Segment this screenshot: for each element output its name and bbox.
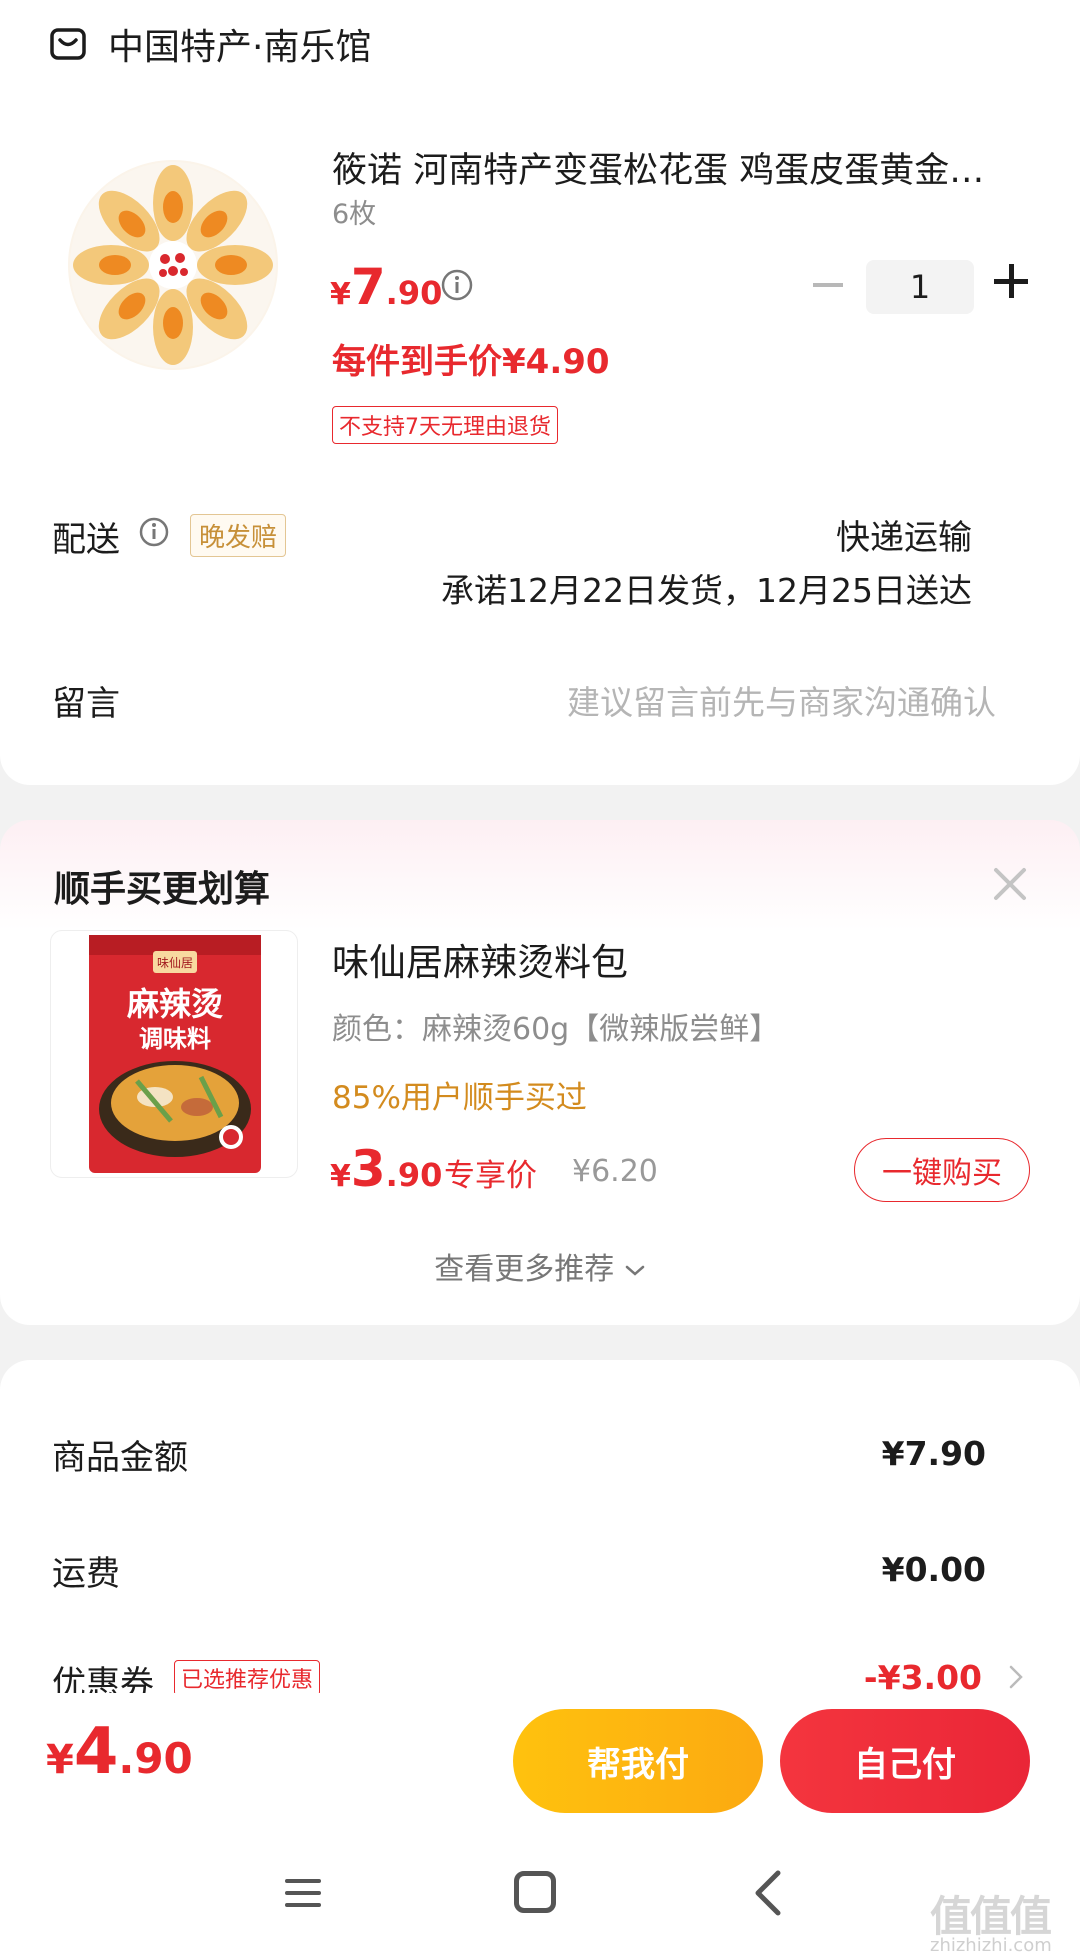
home-icon[interactable] [514,1871,556,1913]
price-info-icon[interactable] [440,268,474,302]
message-label: 留言 [52,684,120,724]
more-recommendations-label: 查看更多推荐 [434,1252,615,1287]
product-price: ¥ 7 .90 [330,258,442,316]
recommend-product-image[interactable]: 味仙居 麻辣烫 调味料 [50,930,298,1178]
product-spec[interactable]: 6枚 [332,192,376,231]
coupon-recommended-tag: 已选推荐优惠 [174,1660,321,1696]
total-price-decimal: .90 [118,1734,193,1783]
seasoning-package-image: 味仙居 麻辣烫 调味料 [89,935,261,1173]
one-click-buy-button[interactable]: 一键购买 [854,1138,1030,1202]
quantity-input[interactable]: 1 [866,260,974,314]
shipping-label: 配送 [52,520,120,560]
pay-myself-button[interactable]: 自己付 [780,1709,1030,1813]
total-price: ¥ 4 .90 [46,1715,193,1789]
total-price-integer: 4 [73,1715,119,1789]
recommend-product-attribute[interactable]: 颜色：麻辣烫60g【微辣版尝鲜】 [332,1004,779,1048]
late-compensation-tag: 晚发赔 [190,514,287,557]
quantity-increase-button[interactable] [994,264,1028,298]
close-icon[interactable] [990,864,1030,904]
product-image[interactable] [68,160,278,370]
quantity-decrease-button[interactable] [813,283,843,287]
chevron-down-icon [625,1265,645,1276]
recommend-title: 顺手买更划算 [54,869,271,910]
back-icon[interactable] [752,1869,786,1917]
price-integer: 7 [350,258,386,316]
price-summary-card: 商品金额 ¥7.90 运费 ¥0.00 优惠券 已选推荐优惠 -¥3.00 [0,1360,1080,1704]
recommend-social-proof: 85%用户顺手买过 [332,1080,587,1116]
goods-amount-value: ¥7.90 [881,1434,986,1473]
menu-icon[interactable] [283,1873,323,1913]
recommend-card: 顺手买更划算 味仙居 麻辣烫 调味料 味仙居麻辣烫料包 颜色：麻辣烫60g【微辣… [0,820,1080,1325]
shop-name[interactable]: 中国特产·南乐馆 [108,18,371,70]
unit-final-price: 每件到手价¥4.90 [332,342,610,382]
package-line2: 调味料 [139,1025,211,1053]
package-line1: 麻辣烫 [127,985,223,1023]
package-brand: 味仙居 [157,956,193,970]
recommend-price: ¥ 3 .90 [330,1140,442,1198]
recommend-price-symbol: ¥ [330,1159,351,1194]
checkout-bar: ¥ 4 .90 帮我付 自己付 [0,1693,1080,1825]
message-input[interactable]: 建议留言前先与商家沟通确认 [567,676,996,724]
original-price: ¥6.20 [572,1154,658,1189]
recommend-price-decimal: .90 [385,1156,443,1194]
preserved-egg-image [70,162,276,368]
recommend-product-name[interactable]: 味仙居麻辣烫料包 [332,932,628,986]
shop-icon [50,28,86,60]
product-title[interactable]: 筱诺 河南特产变蛋松花蛋 鸡蛋皮蛋黄金… [332,142,1012,193]
watermark-url: zhizhizhi.com [930,1935,1052,1956]
price-symbol: ¥ [330,277,351,312]
egg-slice-1 [153,165,193,241]
help-me-pay-button[interactable]: 帮我付 [513,1709,763,1813]
system-nav-bar: 值值值 zhizhizhi.com [0,1825,1080,1960]
shipping-info-icon[interactable] [138,516,170,548]
chevron-right-icon[interactable] [1008,1664,1024,1690]
total-price-symbol: ¥ [46,1737,74,1783]
freight-label: 运费 [52,1554,120,1594]
exclusive-price-label: 专享价 [444,1158,537,1194]
recommend-price-integer: 3 [350,1140,386,1198]
price-decimal: .90 [385,274,443,312]
goods-amount-label: 商品金额 [52,1438,188,1478]
no-return-tag: 不支持7天无理由退货 [332,406,558,444]
shipping-method: 快递运输 [836,518,972,558]
freight-value: ¥0.00 [881,1550,986,1589]
coupon-value[interactable]: -¥3.00 [864,1658,982,1697]
more-recommendations-link[interactable]: 查看更多推荐 [0,1244,1080,1288]
delivery-promise: 承诺12月22日发货，12月25日送达 [441,571,972,610]
shop-header[interactable]: 中国特产·南乐馆 [48,18,371,70]
order-product-card: 中国特产·南乐馆 筱诺 河南特产变蛋松花蛋 鸡蛋皮蛋黄金… 6枚 ¥ 7 .90… [0,0,1080,785]
